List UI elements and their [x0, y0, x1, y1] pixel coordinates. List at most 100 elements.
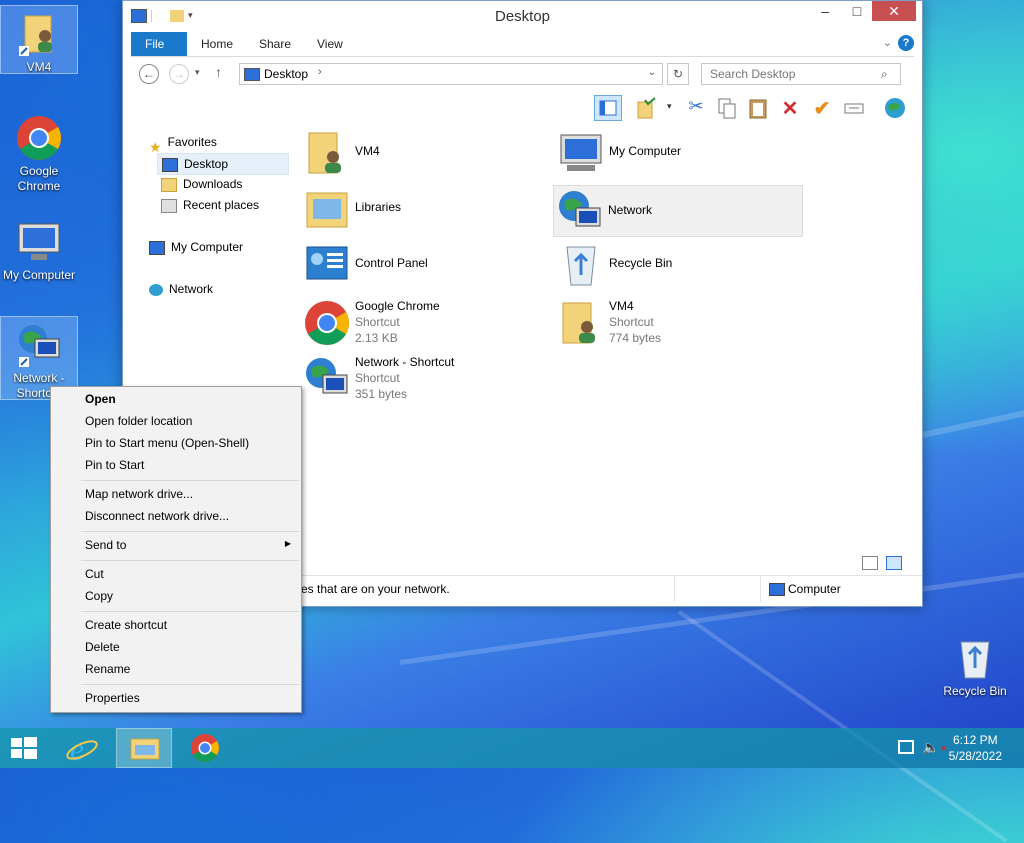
computer-icon	[149, 240, 165, 255]
menu-separator	[81, 560, 299, 561]
file-item-vm4-shortcut[interactable]: VM4 Shortcut 774 bytes	[555, 297, 801, 349]
delete-icon[interactable]: ✕	[779, 96, 801, 120]
chrome-icon	[303, 299, 351, 347]
file-item-recycle-bin[interactable]: Recycle Bin	[555, 239, 801, 291]
path-chevron-icon[interactable]: ›	[318, 66, 322, 78]
file-item-libraries[interactable]: Libraries	[301, 183, 547, 235]
control-panel-icon	[303, 241, 351, 289]
file-item-vm4[interactable]: VM4	[301, 127, 547, 179]
desktop-icon-recycle-bin[interactable]: Recycle Bin	[937, 630, 1013, 699]
recycle-bin-icon	[951, 634, 999, 682]
details-view-icon[interactable]	[862, 556, 878, 570]
menu-item-send-to[interactable]: Send to	[52, 534, 300, 556]
large-icons-view-icon[interactable]	[886, 556, 902, 570]
address-box[interactable]: Desktop › ⌄	[239, 63, 663, 85]
menu-item-cut[interactable]: Cut	[52, 563, 300, 585]
rename-icon[interactable]	[843, 96, 865, 120]
file-item-my-computer[interactable]: My Computer	[555, 127, 801, 179]
menu-item-open[interactable]: Open	[52, 388, 300, 410]
menu-item-pin-to-start[interactable]: Pin to Start	[52, 454, 300, 476]
menu-item-copy[interactable]: Copy	[52, 585, 300, 607]
back-button[interactable]: ←	[139, 64, 159, 84]
file-item-google-chrome-shortcut[interactable]: Google Chrome Shortcut 2.13 KB	[301, 297, 547, 349]
desktop-icon-label: Google Chrome	[17, 164, 61, 193]
nav-network[interactable]: Network	[149, 279, 213, 299]
file-type: Shortcut	[355, 371, 400, 385]
window-title: Desktop	[494, 8, 551, 25]
navigation-pane-icon[interactable]	[594, 95, 622, 121]
taskbar-internet-explorer[interactable]: e	[56, 728, 112, 768]
select-folder-icon[interactable]	[635, 96, 657, 120]
menu-item-delete[interactable]: Delete	[52, 636, 300, 658]
status-divider	[760, 576, 761, 602]
maximize-button[interactable]: □	[840, 1, 874, 23]
nav-favorites[interactable]: ★ Favorites	[149, 132, 217, 155]
file-item-network-shortcut[interactable]: Network - Shortcut Shortcut 351 bytes	[301, 353, 547, 405]
recent-locations-icon[interactable]: ▾	[195, 67, 200, 78]
tab-view[interactable]: View	[303, 32, 357, 56]
libraries-icon	[303, 185, 351, 233]
menu-item-pin-to-start-menu[interactable]: Pin to Start menu (Open-Shell)	[52, 432, 300, 454]
menu-item-properties[interactable]: Properties	[52, 687, 300, 709]
menu-item-map-network-drive[interactable]: Map network drive...	[52, 483, 300, 505]
file-type: Shortcut	[355, 315, 400, 329]
status-text: es that are on your network.	[301, 582, 450, 596]
nav-label: Desktop	[184, 157, 229, 171]
recent-places-icon	[161, 198, 177, 213]
forward-button[interactable]: →	[169, 64, 189, 84]
taskbar-file-explorer[interactable]	[116, 728, 172, 768]
menu-item-create-shortcut[interactable]: Create shortcut	[52, 614, 300, 636]
desktop-icon-vm4[interactable]: VM4	[0, 5, 78, 74]
paste-icon[interactable]	[747, 96, 769, 120]
tab-home[interactable]: Home	[187, 32, 247, 56]
ribbon-expand-icon[interactable]: ⌄	[883, 36, 892, 49]
search-icon: ⌕	[881, 67, 888, 81]
cut-icon[interactable]: ✂	[685, 96, 707, 120]
menu-item-rename[interactable]: Rename	[52, 658, 300, 680]
tab-share[interactable]: Share	[245, 32, 305, 56]
file-item-control-panel[interactable]: Control Panel	[301, 239, 547, 291]
network-globe-icon[interactable]	[883, 96, 905, 120]
menu-item-open-folder-location[interactable]: Open folder location	[52, 410, 300, 432]
desktop-icon-label: VM4	[26, 60, 52, 74]
context-menu: Open Open folder location Pin to Start m…	[50, 386, 302, 713]
star-icon: ★	[149, 138, 162, 155]
network-tray-icon[interactable]	[898, 740, 914, 754]
network-globe-icon	[556, 188, 604, 236]
file-name: Google Chrome	[355, 299, 440, 313]
nav-my-computer[interactable]: My Computer	[149, 237, 243, 257]
nav-desktop[interactable]: Desktop	[157, 153, 289, 175]
tab-file[interactable]: File	[131, 32, 187, 56]
refresh-button[interactable]: ↻	[667, 63, 689, 85]
search-input[interactable]: Search Desktop	[701, 63, 901, 85]
address-path[interactable]: Desktop	[264, 67, 308, 81]
address-dropdown-icon[interactable]: ⌄	[648, 67, 656, 78]
file-name: VM4	[609, 299, 634, 313]
nav-downloads[interactable]: Downloads	[161, 174, 242, 194]
computer-icon	[557, 129, 605, 177]
internet-explorer-icon: e	[66, 731, 98, 767]
menu-item-disconnect-network-drive[interactable]: Disconnect network drive...	[52, 505, 300, 527]
start-button[interactable]	[0, 728, 56, 768]
clock-time: 6:12 PM	[952, 733, 998, 747]
desktop-icon-my-computer[interactable]: My Computer	[1, 214, 77, 283]
nav-recent-places[interactable]: Recent places	[161, 195, 259, 215]
minimize-button[interactable]: –	[808, 1, 842, 23]
copy-icon[interactable]	[716, 96, 738, 120]
file-item-network[interactable]: Network	[553, 185, 803, 237]
file-name: Network - Shortcut	[355, 355, 455, 369]
folder-user-icon	[15, 10, 63, 58]
computer-icon	[769, 583, 785, 596]
menu-separator	[81, 531, 299, 532]
clock[interactable]: 6:12 PM 5/28/2022	[949, 732, 1002, 764]
properties-check-icon[interactable]: ✔	[811, 96, 833, 120]
help-icon[interactable]: ?	[898, 35, 914, 51]
desktop-icon-google-chrome[interactable]: Google Chrome	[1, 110, 77, 194]
file-name: VM4	[355, 144, 380, 158]
title-bar: ▾ Desktop – □ ✕	[123, 1, 922, 31]
select-dropdown-icon[interactable]: ▾	[667, 101, 672, 112]
taskbar-google-chrome[interactable]	[176, 728, 232, 768]
up-button[interactable]: ↑	[215, 64, 222, 80]
volume-muted-icon[interactable]: 🔈✕	[922, 739, 948, 756]
close-button[interactable]: ✕	[872, 1, 916, 21]
